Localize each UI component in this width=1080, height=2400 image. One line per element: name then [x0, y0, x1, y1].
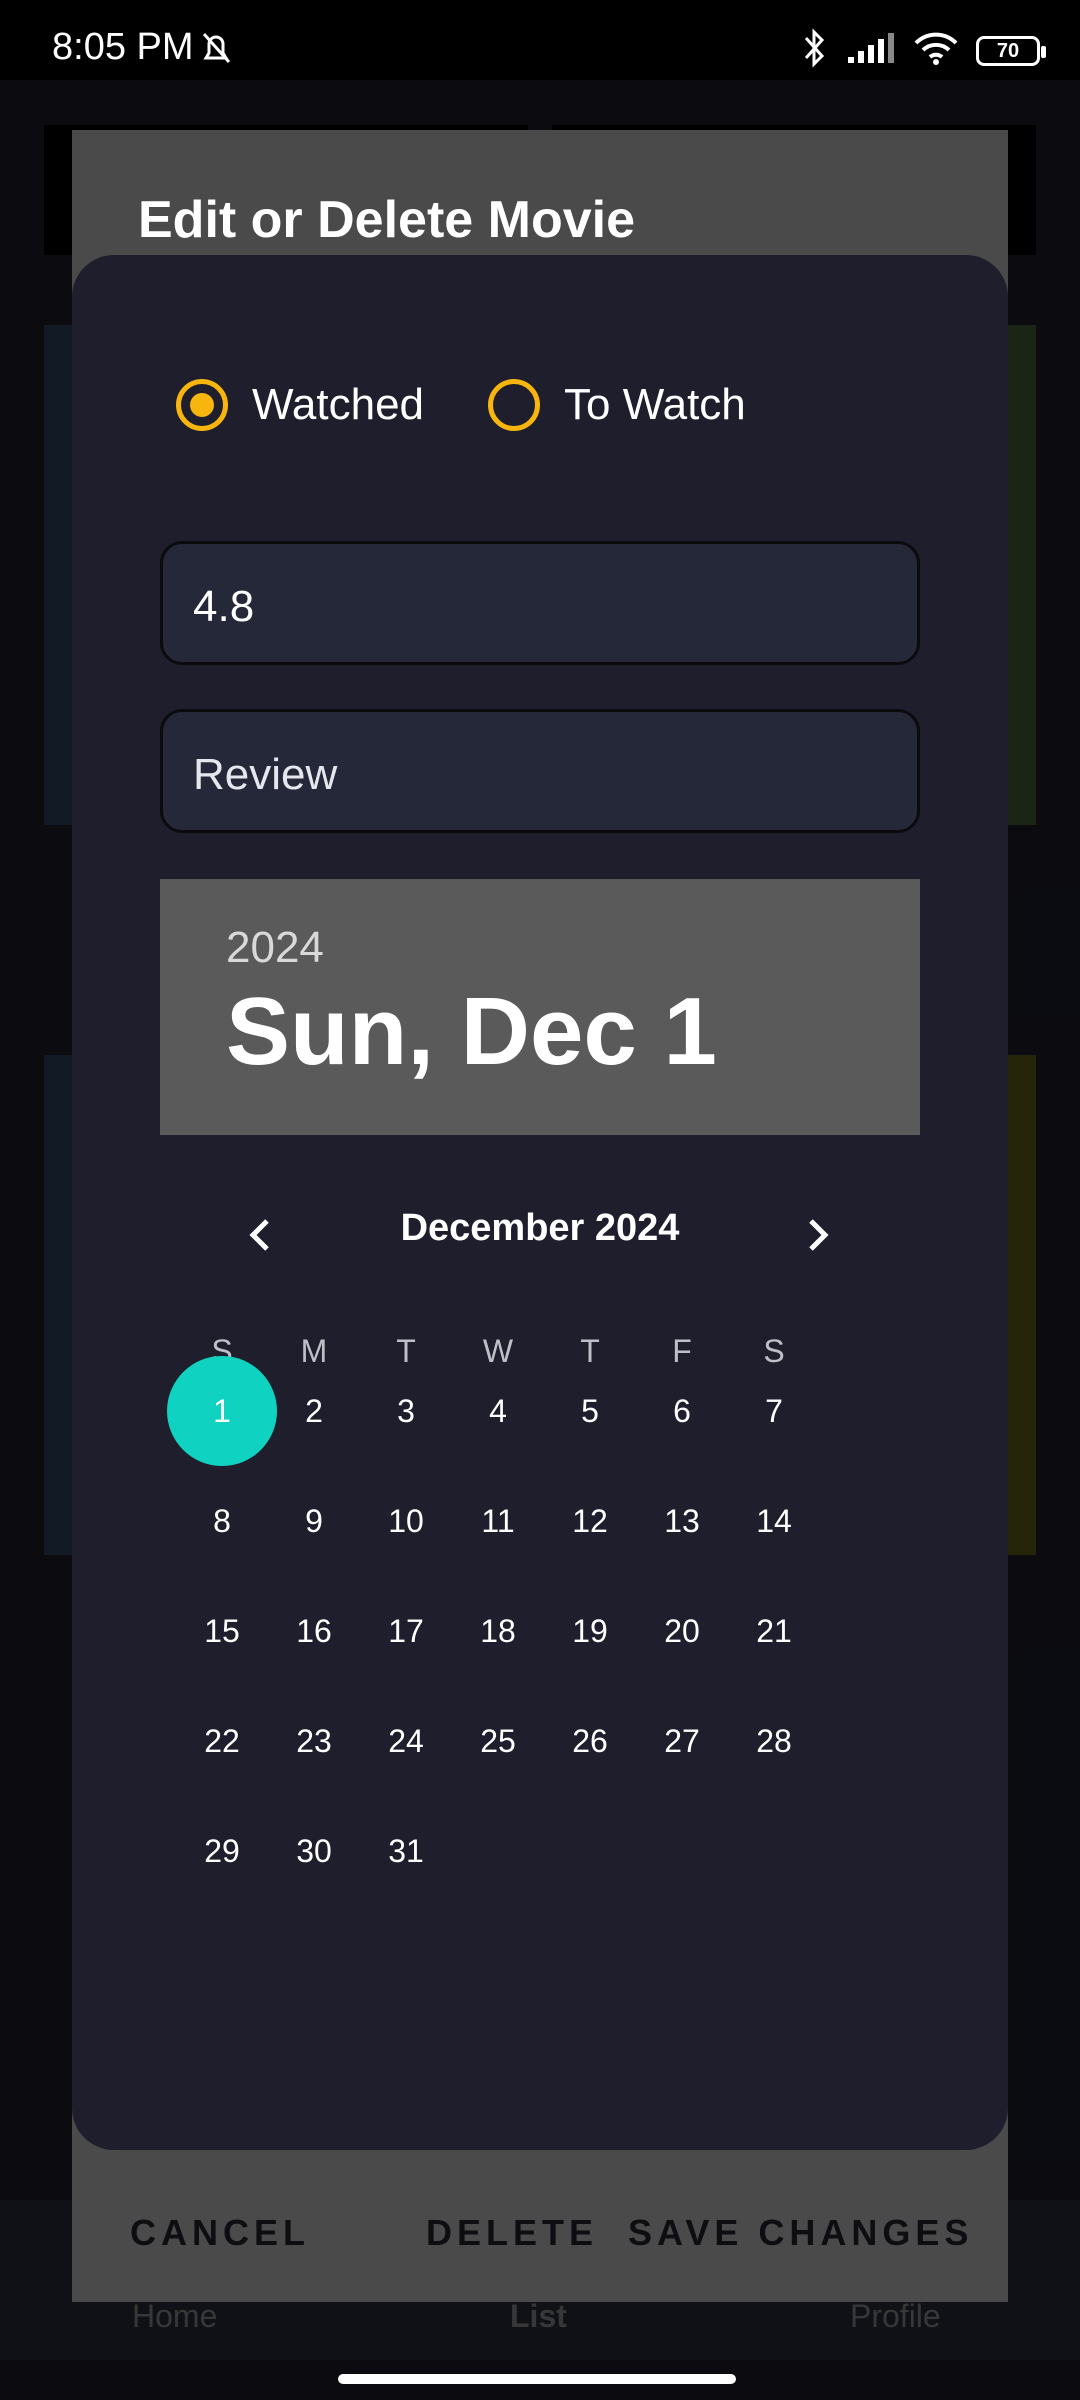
calendar-day[interactable]: 23 [268, 1695, 360, 1787]
cancel-button[interactable]: CANCEL [130, 2212, 310, 2254]
dialog-actions: CANCEL DELETE SAVE CHANGES [72, 2152, 1008, 2302]
calendar-day[interactable]: 13 [636, 1475, 728, 1567]
calendar-day[interactable]: 3 [360, 1365, 452, 1457]
calendar-day[interactable]: 15 [176, 1585, 268, 1677]
calendar-day[interactable]: 25 [452, 1695, 544, 1787]
calendar-day[interactable]: 6 [636, 1365, 728, 1457]
rating-value: 4.8 [193, 582, 255, 631]
radio-to-watch-indicator[interactable] [488, 379, 541, 431]
radio-watched-indicator[interactable] [176, 379, 228, 431]
calendar-day[interactable]: 18 [452, 1585, 544, 1677]
calendar-day[interactable]: 12 [544, 1475, 636, 1567]
calendar-day[interactable]: 14 [728, 1475, 820, 1567]
battery-level: 70 [996, 39, 1020, 62]
calendar-day[interactable]: 16 [268, 1585, 360, 1677]
calendar-day[interactable]: 19 [544, 1585, 636, 1677]
calendar-day[interactable]: 11 [452, 1475, 544, 1567]
calendar-day[interactable]: 5 [544, 1365, 636, 1457]
review-input[interactable]: Review [160, 709, 920, 833]
review-placeholder: Review [193, 750, 338, 799]
movie-form-sheet: Watched To Watch 4.8 Review 2024 Sun, De… [72, 255, 1008, 2150]
calendar-day[interactable]: 8 [176, 1475, 268, 1567]
calendar-day[interactable]: 7 [728, 1365, 820, 1457]
calendar-day[interactable]: 17 [360, 1585, 452, 1677]
dialog-title: Edit or Delete Movie [138, 191, 635, 249]
calendar-day[interactable]: 29 [176, 1805, 268, 1897]
wifi-icon [914, 31, 958, 70]
calendar-day-selected[interactable]: 1 [167, 1356, 277, 1466]
delete-button[interactable]: DELETE [426, 2212, 598, 2254]
chevron-right-icon [809, 1219, 829, 1251]
month-label: December 2024 [400, 1207, 680, 1249]
calendar-day[interactable]: 31 [360, 1805, 452, 1897]
calendar-day[interactable]: 9 [268, 1475, 360, 1567]
bluetooth-icon [802, 28, 828, 73]
date-picker-year[interactable]: 2024 [226, 923, 324, 973]
date-picker-header: 2024 Sun, Dec 1 [160, 879, 920, 1135]
next-month-button[interactable] [788, 1205, 848, 1265]
radio-watched[interactable]: Watched [176, 379, 424, 431]
calendar-day[interactable]: 22 [176, 1695, 268, 1787]
signal-icon [846, 31, 896, 70]
radio-to-watch[interactable]: To Watch [488, 379, 746, 431]
calendar-day[interactable]: 24 [360, 1695, 452, 1787]
status-bar: 8:05 PM 70 [0, 0, 1080, 80]
home-indicator [338, 2374, 736, 2384]
date-picker-selected-date: Sun, Dec 1 [226, 978, 717, 1085]
radio-watched-label: Watched [252, 380, 425, 429]
calendar-day[interactable]: 2 [268, 1365, 360, 1457]
rating-input[interactable]: 4.8 [160, 541, 920, 665]
calendar-day[interactable]: 4 [452, 1365, 544, 1457]
calendar-day[interactable]: 27 [636, 1695, 728, 1787]
calendar-day[interactable]: 30 [268, 1805, 360, 1897]
calendar-day[interactable]: 28 [728, 1695, 820, 1787]
calendar-day[interactable]: 21 [728, 1585, 820, 1677]
radio-to-watch-label: To Watch [564, 380, 746, 429]
calendar-day[interactable]: 20 [636, 1585, 728, 1677]
calendar-day[interactable]: 10 [360, 1475, 452, 1567]
battery-icon: 70 [976, 35, 1046, 66]
save-changes-button[interactable]: SAVE CHANGES [628, 2212, 973, 2254]
status-time: 8:05 PM [52, 26, 194, 68]
bell-muted-icon [196, 28, 236, 73]
calendar-day[interactable]: 26 [544, 1695, 636, 1787]
status-radio-group: Watched To Watch [176, 379, 746, 431]
